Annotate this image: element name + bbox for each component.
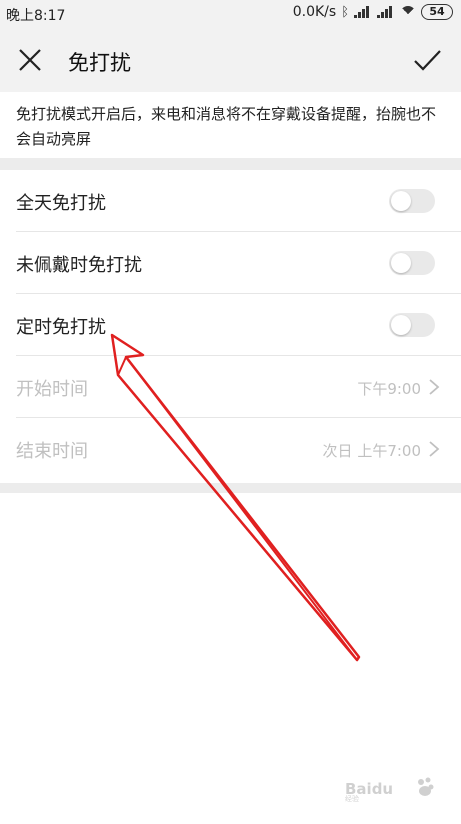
section-divider [0,483,461,493]
all-day-toggle[interactable] [389,189,435,213]
setting-label: 结束时间 [16,441,88,462]
status-bar: 晚上8:17 0.0K/s ᛒ 54 [0,0,461,28]
setting-label: 全天免打扰 [16,193,106,214]
setting-row-start-time[interactable]: 开始时间 下午9:00 [16,356,461,418]
status-time: 晚上8:17 [6,8,66,24]
settings-list: 全天免打扰 未佩戴时免打扰 定时免打扰 开始时间 下午9:00 结束时间 次日 … [0,170,461,480]
toggle-knob [391,315,411,335]
not-wearing-toggle[interactable] [389,251,435,275]
mode-description: 免打扰模式开启后，来电和消息将不在穿戴设备提醒，抬腕也不会自动亮屏 [0,92,461,158]
setting-row-not-wearing[interactable]: 未佩戴时免打扰 [16,232,461,294]
setting-row-all-day[interactable]: 全天免打扰 [16,170,461,232]
toggle-knob [391,253,411,273]
setting-row-scheduled[interactable]: 定时免打扰 [16,294,461,356]
scheduled-toggle[interactable] [389,313,435,337]
phone-screen: 晚上8:17 0.0K/s ᛒ 54 免打扰 免打扰模式开启后，来电和消息将不在… [0,0,461,824]
battery-indicator: 54 [421,4,453,20]
setting-label: 未佩戴时免打扰 [16,255,142,276]
status-icons: 0.0K/s ᛒ 54 [293,4,453,20]
setting-row-end-time[interactable]: 结束时间 次日 上午7:00 [16,418,461,480]
signal-icon-2 [377,6,395,18]
chevron-right-icon [429,379,440,395]
close-button[interactable] [14,44,46,76]
signal-icon [354,6,372,18]
chevron-right-icon [429,441,440,457]
toggle-knob [391,191,411,211]
app-header: 免打扰 [0,28,461,92]
wifi-icon [400,6,416,18]
setting-label: 开始时间 [16,379,88,400]
start-time-value: 下午9:00 [357,380,421,398]
end-time-value: 次日 上午7:00 [322,442,421,460]
svg-text:经验: 经验 [345,794,359,802]
checkmark-icon [414,50,441,71]
page-title: 免打扰 [68,51,131,75]
close-icon [19,49,41,71]
bluetooth-icon: ᛒ [341,4,349,20]
section-divider [0,158,461,170]
baidu-watermark-logo: Baidu 经验 [345,777,434,802]
confirm-button[interactable] [411,44,443,76]
setting-label: 定时免打扰 [16,317,106,338]
network-speed: 0.0K/s [292,4,337,20]
